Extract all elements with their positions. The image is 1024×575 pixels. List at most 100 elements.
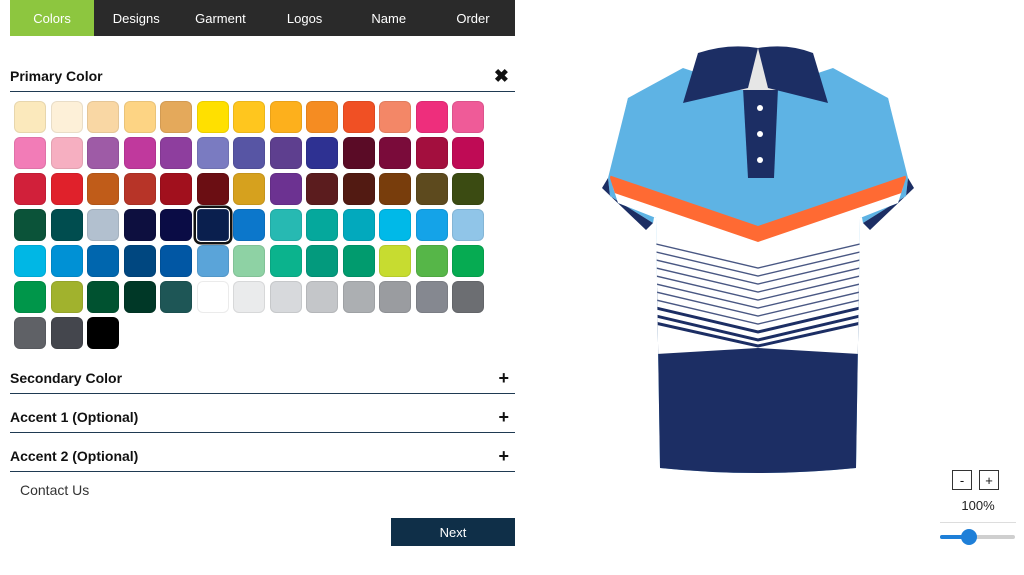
color-swatch[interactable]	[452, 281, 484, 313]
color-swatch[interactable]	[452, 101, 484, 133]
color-swatch[interactable]	[123, 173, 156, 205]
color-swatch[interactable]	[196, 101, 229, 133]
color-swatch[interactable]	[233, 137, 265, 169]
tab-order[interactable]: Order	[431, 0, 515, 36]
color-swatch[interactable]	[196, 281, 229, 313]
color-swatch[interactable]	[342, 101, 375, 133]
color-swatch[interactable]	[415, 101, 448, 133]
color-swatch[interactable]	[233, 209, 265, 241]
color-swatch[interactable]	[160, 173, 192, 205]
color-swatch[interactable]	[269, 101, 302, 133]
color-swatch[interactable]	[233, 173, 265, 205]
accent2-header[interactable]: Accent 2 (Optional) +	[10, 440, 515, 472]
color-swatch[interactable]	[379, 281, 411, 313]
color-swatch[interactable]	[415, 209, 448, 241]
color-swatch[interactable]	[14, 101, 46, 133]
color-swatch[interactable]	[415, 281, 448, 313]
color-swatch[interactable]	[50, 137, 83, 169]
tab-designs[interactable]: Designs	[94, 0, 178, 36]
tab-garment[interactable]: Garment	[178, 0, 262, 36]
color-swatch[interactable]	[342, 137, 375, 169]
color-swatch[interactable]	[306, 245, 338, 277]
color-swatch[interactable]	[452, 209, 484, 241]
color-swatch[interactable]	[14, 209, 46, 241]
tab-colors[interactable]: Colors	[10, 0, 95, 36]
color-swatch[interactable]	[123, 101, 156, 133]
color-swatch[interactable]	[306, 137, 338, 169]
color-swatch[interactable]	[379, 137, 411, 169]
color-swatch[interactable]	[196, 173, 229, 205]
color-swatch[interactable]	[233, 281, 265, 313]
color-swatch[interactable]	[233, 101, 265, 133]
color-swatch[interactable]	[415, 173, 448, 205]
close-icon[interactable]: ✖	[494, 67, 509, 85]
color-swatch[interactable]	[269, 173, 302, 205]
color-swatch[interactable]	[160, 137, 192, 169]
color-swatch[interactable]	[379, 173, 411, 205]
color-swatch[interactable]	[14, 137, 46, 169]
color-swatch[interactable]	[379, 101, 411, 133]
color-swatch[interactable]	[269, 137, 302, 169]
zoom-slider[interactable]	[940, 529, 1015, 545]
color-swatch[interactable]	[269, 281, 302, 313]
color-swatch[interactable]	[87, 209, 119, 241]
primary-color-header[interactable]: Primary Color ✖	[10, 60, 515, 92]
color-swatch[interactable]	[87, 245, 119, 277]
color-swatch[interactable]	[123, 281, 156, 313]
color-swatch[interactable]	[50, 281, 83, 313]
expand-plus-icon[interactable]: +	[498, 408, 509, 426]
color-swatch[interactable]	[192, 205, 233, 245]
color-swatch[interactable]	[452, 137, 484, 169]
color-swatch[interactable]	[87, 137, 119, 169]
color-swatch[interactable]	[50, 101, 83, 133]
color-swatch[interactable]	[269, 245, 302, 277]
color-swatch[interactable]	[123, 137, 156, 169]
color-swatch[interactable]	[50, 245, 83, 277]
color-swatch[interactable]	[342, 245, 375, 277]
next-button[interactable]: Next	[391, 518, 515, 546]
color-swatch[interactable]	[123, 209, 156, 241]
zoom-slider-thumb[interactable]	[960, 529, 977, 545]
color-swatch[interactable]	[342, 173, 375, 205]
color-swatch[interactable]	[306, 173, 338, 205]
color-swatch[interactable]	[87, 317, 119, 349]
color-swatch[interactable]	[196, 245, 229, 277]
polo-shirt-preview[interactable]	[588, 28, 928, 478]
color-swatch[interactable]	[269, 209, 302, 241]
color-swatch[interactable]	[50, 209, 83, 241]
color-swatch[interactable]	[87, 281, 119, 313]
color-swatch[interactable]	[160, 245, 192, 277]
color-swatch[interactable]	[342, 209, 375, 241]
color-swatch[interactable]	[14, 173, 46, 205]
color-swatch[interactable]	[233, 245, 265, 277]
color-swatch[interactable]	[14, 317, 46, 349]
secondary-color-header[interactable]: Secondary Color +	[10, 362, 515, 394]
tab-name[interactable]: Name	[347, 0, 431, 36]
color-swatch[interactable]	[306, 101, 338, 133]
color-swatch[interactable]	[87, 101, 119, 133]
color-swatch[interactable]	[415, 245, 448, 277]
color-swatch[interactable]	[87, 173, 119, 205]
zoom-in-button[interactable]: +	[979, 470, 999, 490]
color-swatch[interactable]	[196, 137, 229, 169]
contact-us-link[interactable]: Contact Us	[20, 482, 89, 498]
color-swatch[interactable]	[342, 281, 375, 313]
color-swatch[interactable]	[50, 317, 83, 349]
expand-plus-icon[interactable]: +	[498, 369, 509, 387]
color-swatch[interactable]	[379, 245, 411, 277]
expand-plus-icon[interactable]: +	[498, 447, 509, 465]
color-swatch[interactable]	[452, 245, 484, 277]
color-swatch[interactable]	[160, 209, 192, 241]
color-swatch[interactable]	[452, 173, 484, 205]
color-swatch[interactable]	[160, 281, 192, 313]
tab-logos[interactable]: Logos	[263, 0, 347, 36]
zoom-out-button[interactable]: -	[952, 470, 972, 490]
color-swatch[interactable]	[306, 209, 338, 241]
color-swatch[interactable]	[415, 137, 448, 169]
color-swatch[interactable]	[306, 281, 338, 313]
accent1-header[interactable]: Accent 1 (Optional) +	[10, 401, 515, 433]
color-swatch[interactable]	[379, 209, 411, 241]
color-swatch[interactable]	[14, 245, 46, 277]
color-swatch[interactable]	[160, 101, 192, 133]
color-swatch[interactable]	[50, 173, 83, 205]
